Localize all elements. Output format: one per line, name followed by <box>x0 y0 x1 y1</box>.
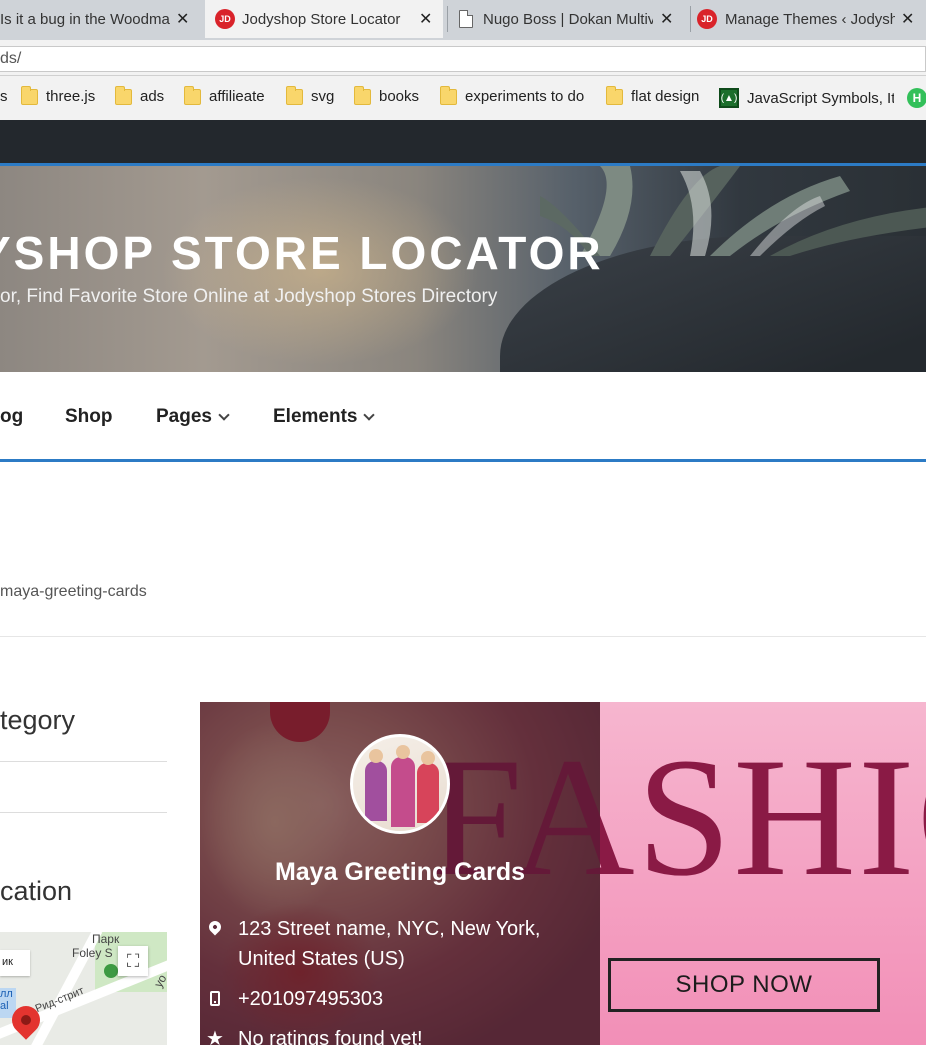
js-icon: (▲) <box>719 88 739 108</box>
folder-icon <box>286 85 303 105</box>
bookmark-folder-svg[interactable]: svg <box>286 85 335 105</box>
browser-tab-strip: Is it a bug in the Woodma ✕ JD Jodyshop … <box>0 0 926 40</box>
browser-tab-woodmart[interactable]: Is it a bug in the Woodma ✕ <box>0 0 200 38</box>
chevron-down-icon <box>363 409 376 421</box>
nav-item-elements[interactable]: Elements <box>273 406 376 428</box>
site-header-hero: YSHOP STORE LOCATOR or, Find Favorite St… <box>0 166 926 372</box>
sidebar-location-title: cation <box>0 876 73 906</box>
avatar-figure <box>417 763 439 823</box>
tab-title: Manage Themes ‹ Jodysh <box>725 10 895 28</box>
fullscreen-icon[interactable]: ⛶ <box>118 946 148 976</box>
jd-icon: JD <box>697 9 717 29</box>
phone-icon <box>210 991 220 1006</box>
h-icon: H <box>907 88 926 108</box>
browser-tab-nugo-boss[interactable]: Nugo Boss | Dokan Multiv ✕ <box>448 0 686 38</box>
bookmark-item[interactable]: s <box>0 88 8 105</box>
nav-label: og <box>0 406 24 427</box>
avatar-figure <box>396 745 410 759</box>
store-rating-row: ★ No ratings found yet! <box>206 1024 423 1045</box>
tab-close-icon[interactable]: ✕ <box>419 9 432 29</box>
nav-label: Shop <box>65 406 113 427</box>
document-icon <box>459 10 473 28</box>
bookmark-folder-experiments[interactable]: experiments to do <box>440 85 585 105</box>
site-title[interactable]: YSHOP STORE LOCATOR <box>0 226 604 280</box>
nav-label: Pages <box>156 406 212 427</box>
widget-divider <box>0 812 167 813</box>
bookmark-folder-ads[interactable]: ads <box>115 85 165 105</box>
bookmark-label: JavaScript Symbols, It <box>747 89 894 107</box>
browser-tab-manage-themes[interactable]: JD Manage Themes ‹ Jodysh ✕ <box>692 0 926 38</box>
store-phone-row: +201097495303 <box>206 984 383 1014</box>
folder-icon <box>354 85 371 105</box>
bookmark-label: ads <box>140 88 165 105</box>
map-label: лл <box>0 988 13 1000</box>
map-label: al <box>0 1000 9 1012</box>
bookmark-label: experiments to do <box>465 88 585 105</box>
wp-admin-bar <box>0 120 926 163</box>
bookmark-folder-flat-design[interactable]: flat design <box>606 85 700 105</box>
store-avatar[interactable] <box>350 734 450 834</box>
site-description: or, Find Favorite Store Online at Jodysh… <box>0 286 498 307</box>
folder-icon <box>440 85 457 105</box>
nav-item-blog[interactable]: og <box>0 406 23 428</box>
folder-icon <box>606 85 623 105</box>
bookmark-javascript-symbols[interactable]: (▲) JavaScript Symbols, It <box>719 88 894 108</box>
bookmark-label: books <box>379 88 420 105</box>
tab-close-icon[interactable]: ✕ <box>176 9 189 29</box>
phone-icon <box>206 984 224 1014</box>
location-pin-icon <box>206 918 224 936</box>
avatar-figure <box>421 751 435 765</box>
store-rating-text: No ratings found yet! <box>238 1028 423 1045</box>
tab-close-icon[interactable]: ✕ <box>660 9 673 29</box>
bookmark-label: s <box>0 88 8 105</box>
url-input[interactable]: ds/ <box>0 46 926 72</box>
bookmark-folder-books[interactable]: books <box>354 85 420 105</box>
tree-icon <box>104 964 118 978</box>
address-bar: ds/ <box>0 40 926 76</box>
avatar-figure <box>365 761 387 821</box>
breadcrumb[interactable]: maya-greeting-cards <box>0 583 147 601</box>
avatar-figure <box>391 757 415 827</box>
tab-title: Nugo Boss | Dokan Multiv <box>483 10 653 28</box>
map-label-box: ик <box>0 950 30 976</box>
shop-now-button[interactable]: SHOP NOW <box>608 958 880 1012</box>
store-phone[interactable]: +201097495303 <box>238 984 383 1014</box>
nav-item-shop[interactable]: Shop <box>65 406 113 428</box>
browser-tab-jodyshop[interactable]: JD Jodyshop Store Locator ✕ <box>205 0 443 38</box>
bookmark-folder-threejs[interactable]: three.js <box>21 85 96 105</box>
map-label: Foley S <box>72 946 113 960</box>
primary-navigation: og Shop Pages Elements <box>0 372 926 462</box>
bookmarks-bar: s three.js ads affilieate svg books expe… <box>0 76 926 120</box>
nav-item-pages[interactable]: Pages <box>156 406 230 428</box>
store-address: 123 Street name, NYC, New York, United S… <box>238 918 541 970</box>
store-address-row: 123 Street name, NYC, New York, United S… <box>206 914 566 974</box>
store-location-map[interactable]: Парк Foley S Рид-стрит уо ик лл al ⛶ <box>0 932 167 1045</box>
bookmark-label: affilieate <box>209 88 265 105</box>
tab-close-icon[interactable]: ✕ <box>901 9 914 29</box>
tab-separator <box>690 6 691 32</box>
widget-divider <box>0 761 167 762</box>
star-icon: ★ <box>206 1028 224 1045</box>
tab-title: Is it a bug in the Woodma <box>0 10 170 28</box>
bookmark-h[interactable]: H <box>907 88 926 108</box>
bookmark-label: flat design <box>631 88 700 105</box>
store-banner: FASHIO SHOP NOW Maya Greeting Cards 123 … <box>200 702 926 1045</box>
location-pin-icon <box>206 914 224 974</box>
jd-icon: JD <box>215 9 235 29</box>
bookmark-label: three.js <box>46 88 96 105</box>
avatar-figure <box>369 749 383 763</box>
sidebar-category-title: tegory <box>0 705 76 735</box>
content-divider <box>0 636 926 637</box>
folder-icon <box>184 85 201 105</box>
tab-title: Jodyshop Store Locator <box>242 10 401 28</box>
folder-icon <box>21 85 38 105</box>
folder-icon <box>115 85 132 105</box>
nav-label: Elements <box>273 406 358 427</box>
chevron-down-icon <box>218 409 230 421</box>
bookmark-label: svg <box>311 88 335 105</box>
store-name: Maya Greeting Cards <box>274 858 526 886</box>
map-label: Парк <box>92 932 120 946</box>
bookmark-folder-affilieate[interactable]: affilieate <box>184 85 265 105</box>
